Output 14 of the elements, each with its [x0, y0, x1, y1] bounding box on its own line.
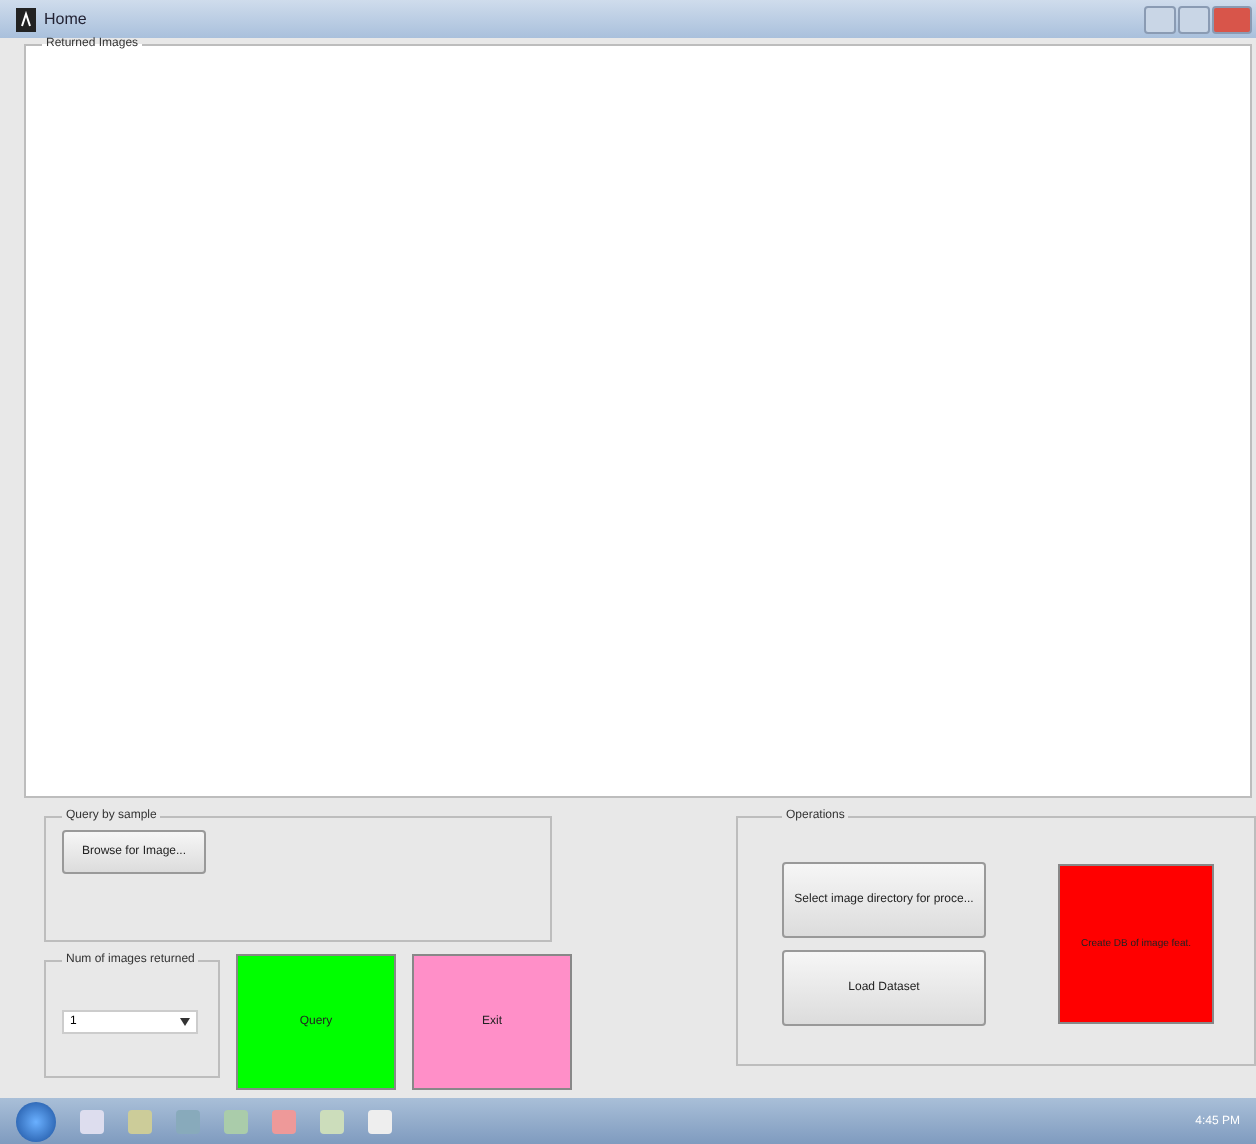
- minimize-button[interactable]: [1144, 5, 1176, 34]
- taskbar-app-icon[interactable]: [368, 1109, 392, 1134]
- caret-icon: [180, 1017, 190, 1026]
- close-button[interactable]: [1212, 5, 1252, 34]
- taskbar-app-icon[interactable]: [80, 1109, 104, 1134]
- start-button[interactable]: [16, 1101, 56, 1142]
- taskbar-app-icon[interactable]: [176, 1109, 200, 1134]
- taskbar-app-icon[interactable]: [128, 1109, 152, 1134]
- taskbar-app-icon[interactable]: [224, 1109, 248, 1134]
- app-icon: [16, 7, 36, 32]
- maximize-button[interactable]: [1178, 5, 1210, 34]
- window-title: Home: [44, 10, 87, 29]
- taskbar-app-icon[interactable]: [320, 1109, 344, 1134]
- taskbar-app-icon[interactable]: [272, 1109, 296, 1134]
